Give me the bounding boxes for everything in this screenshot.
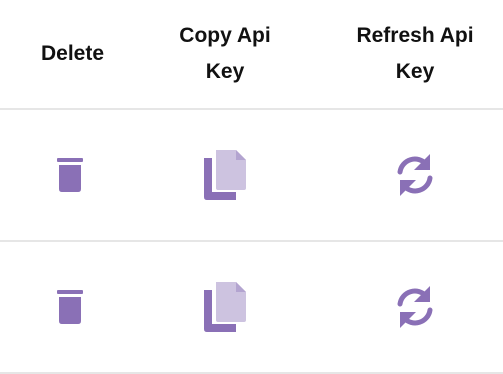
copy-icon: [204, 150, 246, 200]
header-delete: Delete: [20, 0, 125, 108]
delete-cell: [20, 242, 120, 372]
header-delete-label: Delete: [40, 42, 105, 65]
copy-icon: [204, 282, 246, 332]
refresh-cell: [365, 242, 465, 372]
copy-cell: [175, 110, 275, 240]
copy-api-key-button[interactable]: [204, 150, 246, 200]
trash-icon: [57, 158, 83, 192]
copy-api-key-button[interactable]: [204, 282, 246, 332]
delete-cell: [20, 110, 120, 240]
table-header-row: Delete Copy Api Key Refresh Api Key: [0, 0, 503, 108]
refresh-icon: [397, 286, 433, 328]
table-row: [0, 110, 503, 240]
header-refresh-label-line2: Key: [395, 60, 435, 83]
header-copy-label-line2: Key: [205, 60, 245, 83]
header-refresh-api-key: Refresh Api Key: [340, 0, 490, 108]
copy-cell: [175, 242, 275, 372]
refresh-api-key-button[interactable]: [392, 284, 438, 330]
delete-button[interactable]: [57, 158, 83, 192]
header-copy-label-line1: Copy Api: [179, 24, 271, 47]
trash-icon: [57, 290, 83, 324]
delete-button[interactable]: [57, 290, 83, 324]
header-copy-api-key: Copy Api Key: [158, 0, 292, 108]
table-row: [0, 242, 503, 372]
header-refresh-label-line1: Refresh Api: [356, 24, 474, 47]
refresh-api-key-button[interactable]: [392, 152, 438, 198]
api-keys-table: Delete Copy Api Key Refresh Api Key: [0, 0, 503, 374]
refresh-icon: [397, 154, 433, 196]
refresh-cell: [365, 110, 465, 240]
